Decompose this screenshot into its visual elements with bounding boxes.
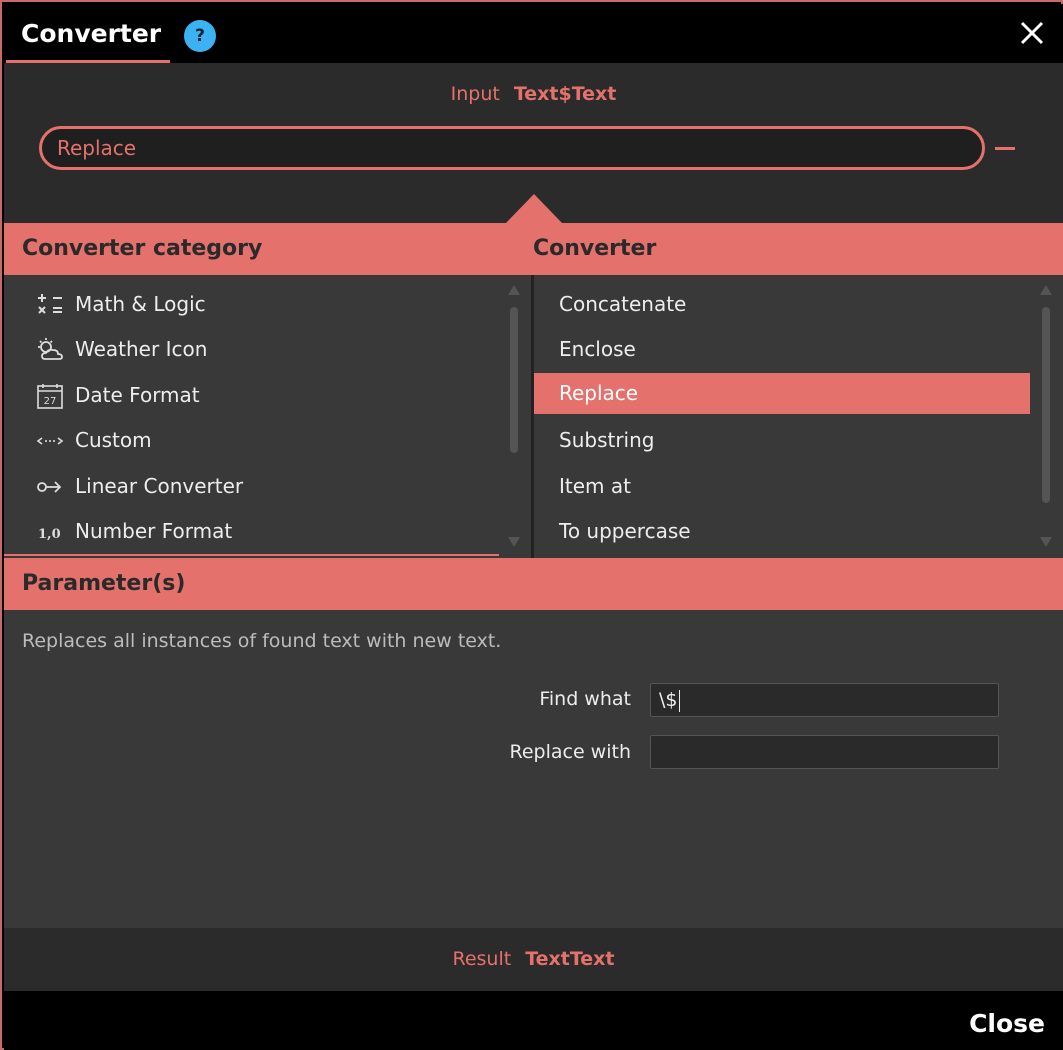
result-row: Result TextText — [4, 928, 1063, 991]
converter-header: Converter — [533, 236, 657, 261]
category-item-date-format[interactable]: 27 Date Format — [4, 375, 499, 416]
converter-dialog: Converter ? Input Text$Text Replace Conve… — [0, 0, 1063, 1050]
result-label: Result — [452, 948, 512, 970]
close-icon[interactable] — [1017, 18, 1047, 48]
math-icon — [38, 294, 62, 314]
converter-scrollbar[interactable] — [1040, 283, 1052, 551]
scroll-down-icon[interactable] — [1040, 537, 1052, 547]
converter-item-item-at[interactable]: Item at — [534, 466, 1030, 507]
converter-list: Concatenate Enclose Replace Substring It… — [534, 275, 1063, 558]
category-scrollbar[interactable] — [508, 283, 520, 551]
linear-icon — [37, 481, 62, 493]
svg-text:27: 27 — [44, 396, 57, 407]
help-button[interactable]: ? — [184, 20, 216, 52]
converter-item-to-uppercase[interactable]: To uppercase — [534, 511, 1030, 552]
category-list: Math & Logic Weather Icon 27 Date Format… — [4, 275, 531, 558]
input-row: Input Text$Text — [4, 83, 1063, 105]
minus-icon — [995, 147, 1015, 150]
category-underline — [4, 554, 499, 556]
find-what-label: Find what — [539, 688, 631, 710]
scroll-up-icon[interactable] — [508, 285, 520, 295]
parameters-panel: Replaces all instances of found text wit… — [4, 610, 1063, 928]
dialog-title: Converter — [21, 19, 162, 48]
category-header: Converter category — [22, 236, 263, 261]
input-value: Text$Text — [513, 83, 617, 105]
converter-description: Replaces all instances of found text wit… — [22, 630, 502, 652]
category-item-linear-converter[interactable]: Linear Converter — [4, 466, 499, 507]
pointer-arrow — [506, 194, 562, 223]
converter-item-enclose[interactable]: Enclose — [534, 329, 1030, 370]
category-item-custom[interactable]: Custom — [4, 420, 499, 461]
result-value: TextText — [525, 948, 615, 970]
converter-item-substring[interactable]: Substring — [534, 420, 1030, 461]
footer: Close — [4, 991, 1063, 1050]
parameters-header: Parameter(s) — [4, 558, 1063, 610]
category-item-math-logic[interactable]: Math & Logic — [4, 284, 499, 325]
calendar-icon: 27 — [37, 384, 63, 409]
custom-icon — [36, 437, 64, 445]
scroll-up-icon[interactable] — [1040, 285, 1052, 295]
find-what-input[interactable]: \$ — [650, 683, 999, 717]
replace-with-label: Replace with — [509, 741, 631, 763]
close-button[interactable]: Close — [969, 1009, 1045, 1038]
converter-item-replace[interactable]: Replace — [534, 373, 1030, 414]
converter-item-concatenate[interactable]: Concatenate — [534, 284, 1030, 325]
number-format-icon: 1,0 — [38, 527, 61, 542]
input-area: Input Text$Text Replace — [4, 63, 1063, 223]
title-bar: Converter ? — [4, 4, 1063, 63]
svg-text:1,0: 1,0 — [38, 527, 61, 542]
scroll-thumb[interactable] — [1042, 307, 1050, 503]
category-item-weather-icon[interactable]: Weather Icon — [4, 329, 499, 370]
weather-icon — [38, 338, 63, 360]
text-caret — [678, 689, 680, 712]
selected-converter-chip[interactable]: Replace — [39, 126, 985, 170]
replace-with-input[interactable] — [650, 735, 999, 769]
scroll-thumb[interactable] — [510, 307, 518, 453]
category-item-number-format[interactable]: 1,0 Number Format — [4, 511, 499, 552]
scroll-down-icon[interactable] — [508, 537, 520, 547]
list-header: Converter category Converter — [4, 223, 1063, 275]
input-label: Input — [450, 83, 500, 105]
